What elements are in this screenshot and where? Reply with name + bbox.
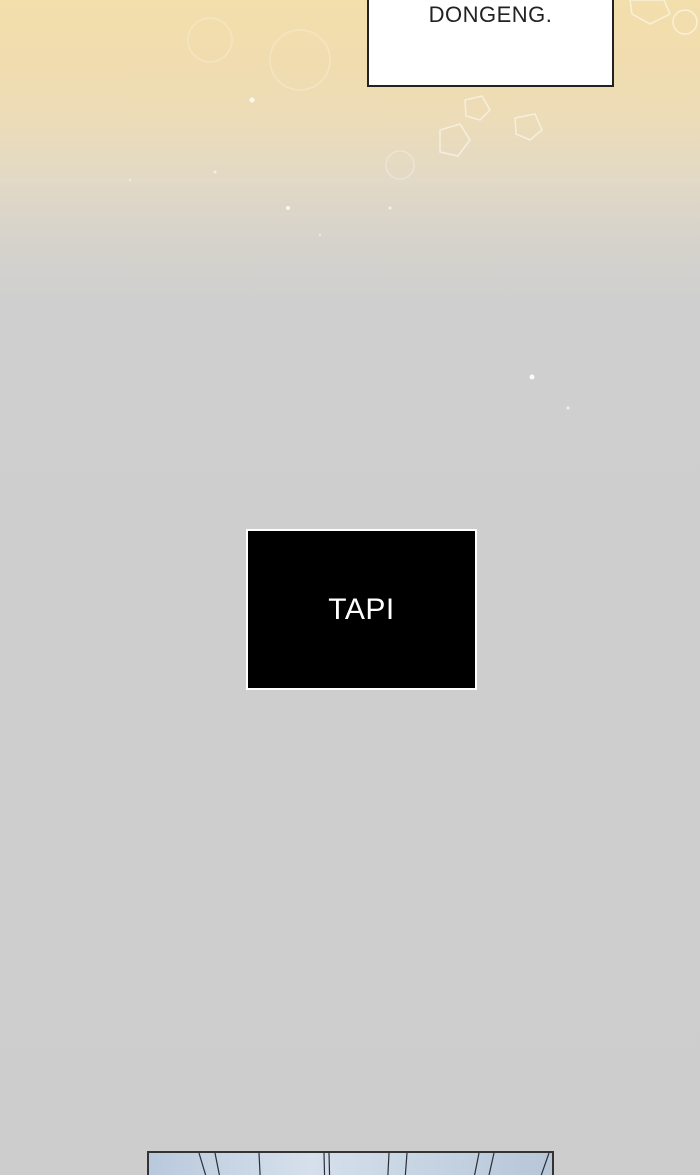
next-panel-preview [147, 1151, 554, 1175]
caption-box: DONGENG. [367, 0, 614, 87]
comic-page: DONGENG. TAPI [0, 0, 700, 1175]
narration-box: TAPI [246, 529, 477, 690]
caption-text: DONGENG. [428, 2, 553, 27]
next-panel-lines [198, 1153, 550, 1175]
narration-text: TAPI [328, 592, 395, 626]
